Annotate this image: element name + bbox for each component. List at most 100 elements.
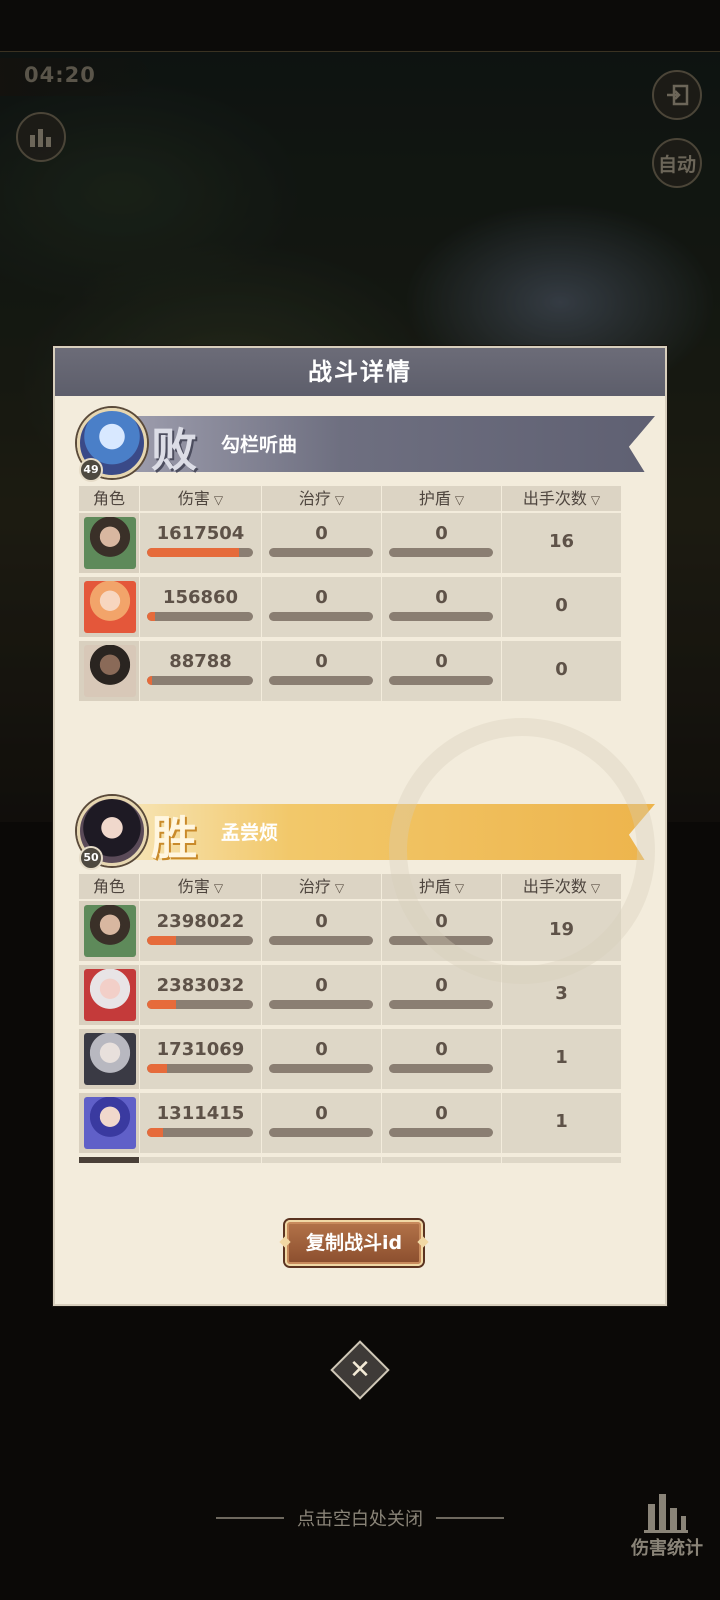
portrait-cell[interactable]: [79, 1029, 139, 1089]
portrait-cell[interactable]: [79, 901, 139, 961]
top-bar: [0, 0, 720, 52]
column-header-role: 角色: [79, 874, 139, 899]
character-portrait: [84, 645, 136, 697]
partial-table-row: [79, 1157, 621, 1163]
exit-button[interactable]: [652, 70, 702, 120]
damage-value: 1617504: [156, 523, 245, 544]
damage-bar: [147, 676, 253, 685]
damage-cell: 1311415: [140, 1093, 261, 1153]
turns-value: 3: [555, 983, 568, 1004]
heal-bar: [269, 1000, 373, 1009]
column-header-shield[interactable]: 护盾 ▽: [382, 874, 501, 899]
turns-value: 1: [555, 1047, 568, 1068]
heal-cell: 0: [262, 577, 381, 637]
team-banner-win: 50 胜 孟尝烦: [77, 796, 657, 870]
team-name: 勾栏听曲: [221, 434, 298, 456]
column-header-damage[interactable]: 伤害 ▽: [140, 874, 261, 899]
battle-detail-modal: 战斗详情 49 败 勾栏听曲 角色 伤害 ▽ 治疗 ▽ 护盾 ▽ 出手次数 ▽ 1617…: [53, 346, 667, 1306]
turns-cell: 0: [502, 577, 621, 637]
shield-value: 0: [435, 975, 448, 996]
heal-value: 0: [315, 587, 328, 608]
turns-cell: [502, 1157, 621, 1163]
shield-cell: 0: [382, 641, 501, 701]
shield-bar: [389, 1064, 493, 1073]
table-row: 156860 0 0 0: [79, 577, 621, 637]
heal-cell: 0: [262, 641, 381, 701]
shield-bar: [389, 612, 493, 621]
damage-value: 2398022: [156, 911, 245, 932]
damage-bar: [147, 1000, 253, 1009]
heal-value: 0: [315, 523, 328, 544]
damage-stats-button[interactable]: 伤害统计: [622, 1490, 712, 1590]
battle-timer: 04:20: [0, 58, 150, 96]
modal-header: 战斗详情: [55, 348, 665, 396]
damage-bar-fill: [147, 1000, 176, 1009]
heal-cell: [262, 1157, 381, 1163]
shield-value: 0: [435, 1103, 448, 1124]
portrait-cell[interactable]: [79, 641, 139, 701]
result-label: 败: [151, 423, 197, 477]
column-header-role: 角色: [79, 486, 139, 511]
modal-title: 战斗详情: [308, 358, 412, 386]
column-header-shield[interactable]: 护盾 ▽: [382, 486, 501, 511]
shield-value: 0: [435, 587, 448, 608]
damage-bar-fill: [147, 1128, 163, 1137]
portrait-cell: [79, 1157, 139, 1163]
damage-bar: [147, 612, 253, 621]
turns-value: 0: [555, 659, 568, 680]
sort-icon: ▽: [334, 493, 345, 507]
heal-cell: 0: [262, 901, 381, 961]
team-name: 孟尝烦: [221, 822, 279, 844]
damage-value: 1731069: [156, 1039, 245, 1060]
turns-cell: 19: [502, 901, 621, 961]
damage-cell: 2383032: [140, 965, 261, 1025]
heal-cell: 0: [262, 1029, 381, 1089]
turns-cell: 1: [502, 1029, 621, 1089]
heal-bar: [269, 936, 373, 945]
character-portrait: [84, 905, 136, 957]
exit-icon: [667, 84, 689, 106]
heal-cell: 0: [262, 513, 381, 573]
shield-bar: [389, 548, 493, 557]
column-header-damage[interactable]: 伤害 ▽: [140, 486, 261, 511]
heal-bar: [269, 1064, 373, 1073]
damage-cell: 1617504: [140, 513, 261, 573]
table-row: 88788 0 0 0: [79, 641, 621, 701]
heal-value: 0: [315, 1103, 328, 1124]
heal-cell: 0: [262, 1093, 381, 1153]
damage-value: 88788: [169, 651, 232, 672]
portrait-cell[interactable]: [79, 1093, 139, 1153]
sort-icon: ▽: [454, 881, 465, 895]
auto-button[interactable]: 自动: [652, 138, 702, 188]
copy-battle-id-button[interactable]: 复制战斗id: [285, 1220, 423, 1266]
table-row: 2383032 0 0 3: [79, 965, 621, 1025]
column-header-heal[interactable]: 治疗 ▽: [262, 874, 381, 899]
damage-bar-fill: [147, 1064, 168, 1073]
shield-bar: [389, 1128, 493, 1137]
shield-cell: 0: [382, 513, 501, 573]
heal-cell: 0: [262, 965, 381, 1025]
table-row: 1731069 0 0 1: [79, 1029, 621, 1089]
stats-button[interactable]: [16, 112, 66, 162]
damage-bar: [147, 548, 253, 557]
portrait-cell[interactable]: [79, 965, 139, 1025]
turns-cell: 1: [502, 1093, 621, 1153]
stats-table-lose: 角色 伤害▽ 治疗▽ 护盾▽ 出手次数▽ 1617504 0 0 16: [79, 486, 621, 706]
sort-icon: ▽: [213, 881, 224, 895]
turns-value: 1: [555, 1111, 568, 1132]
sort-icon: ▽: [590, 881, 601, 895]
portrait-cell[interactable]: [79, 577, 139, 637]
column-header-turns[interactable]: 出手次数 ▽: [502, 486, 621, 511]
close-button[interactable]: ✕: [330, 1340, 390, 1400]
turns-cell: 3: [502, 965, 621, 1025]
character-portrait: [84, 1033, 136, 1085]
shield-bar: [389, 676, 493, 685]
damage-cell: [140, 1157, 261, 1163]
column-header-heal[interactable]: 治疗 ▽: [262, 486, 381, 511]
portrait-cell[interactable]: [79, 513, 139, 573]
stats-table-win[interactable]: 角色 伤害▽ 治疗▽ 护盾▽ 出手次数▽ 2398022 0 0 19: [79, 874, 621, 1174]
turns-cell: 0: [502, 641, 621, 701]
column-header-turns[interactable]: 出手次数 ▽: [502, 874, 621, 899]
shield-value: 0: [435, 651, 448, 672]
shield-bar: [389, 1000, 493, 1009]
